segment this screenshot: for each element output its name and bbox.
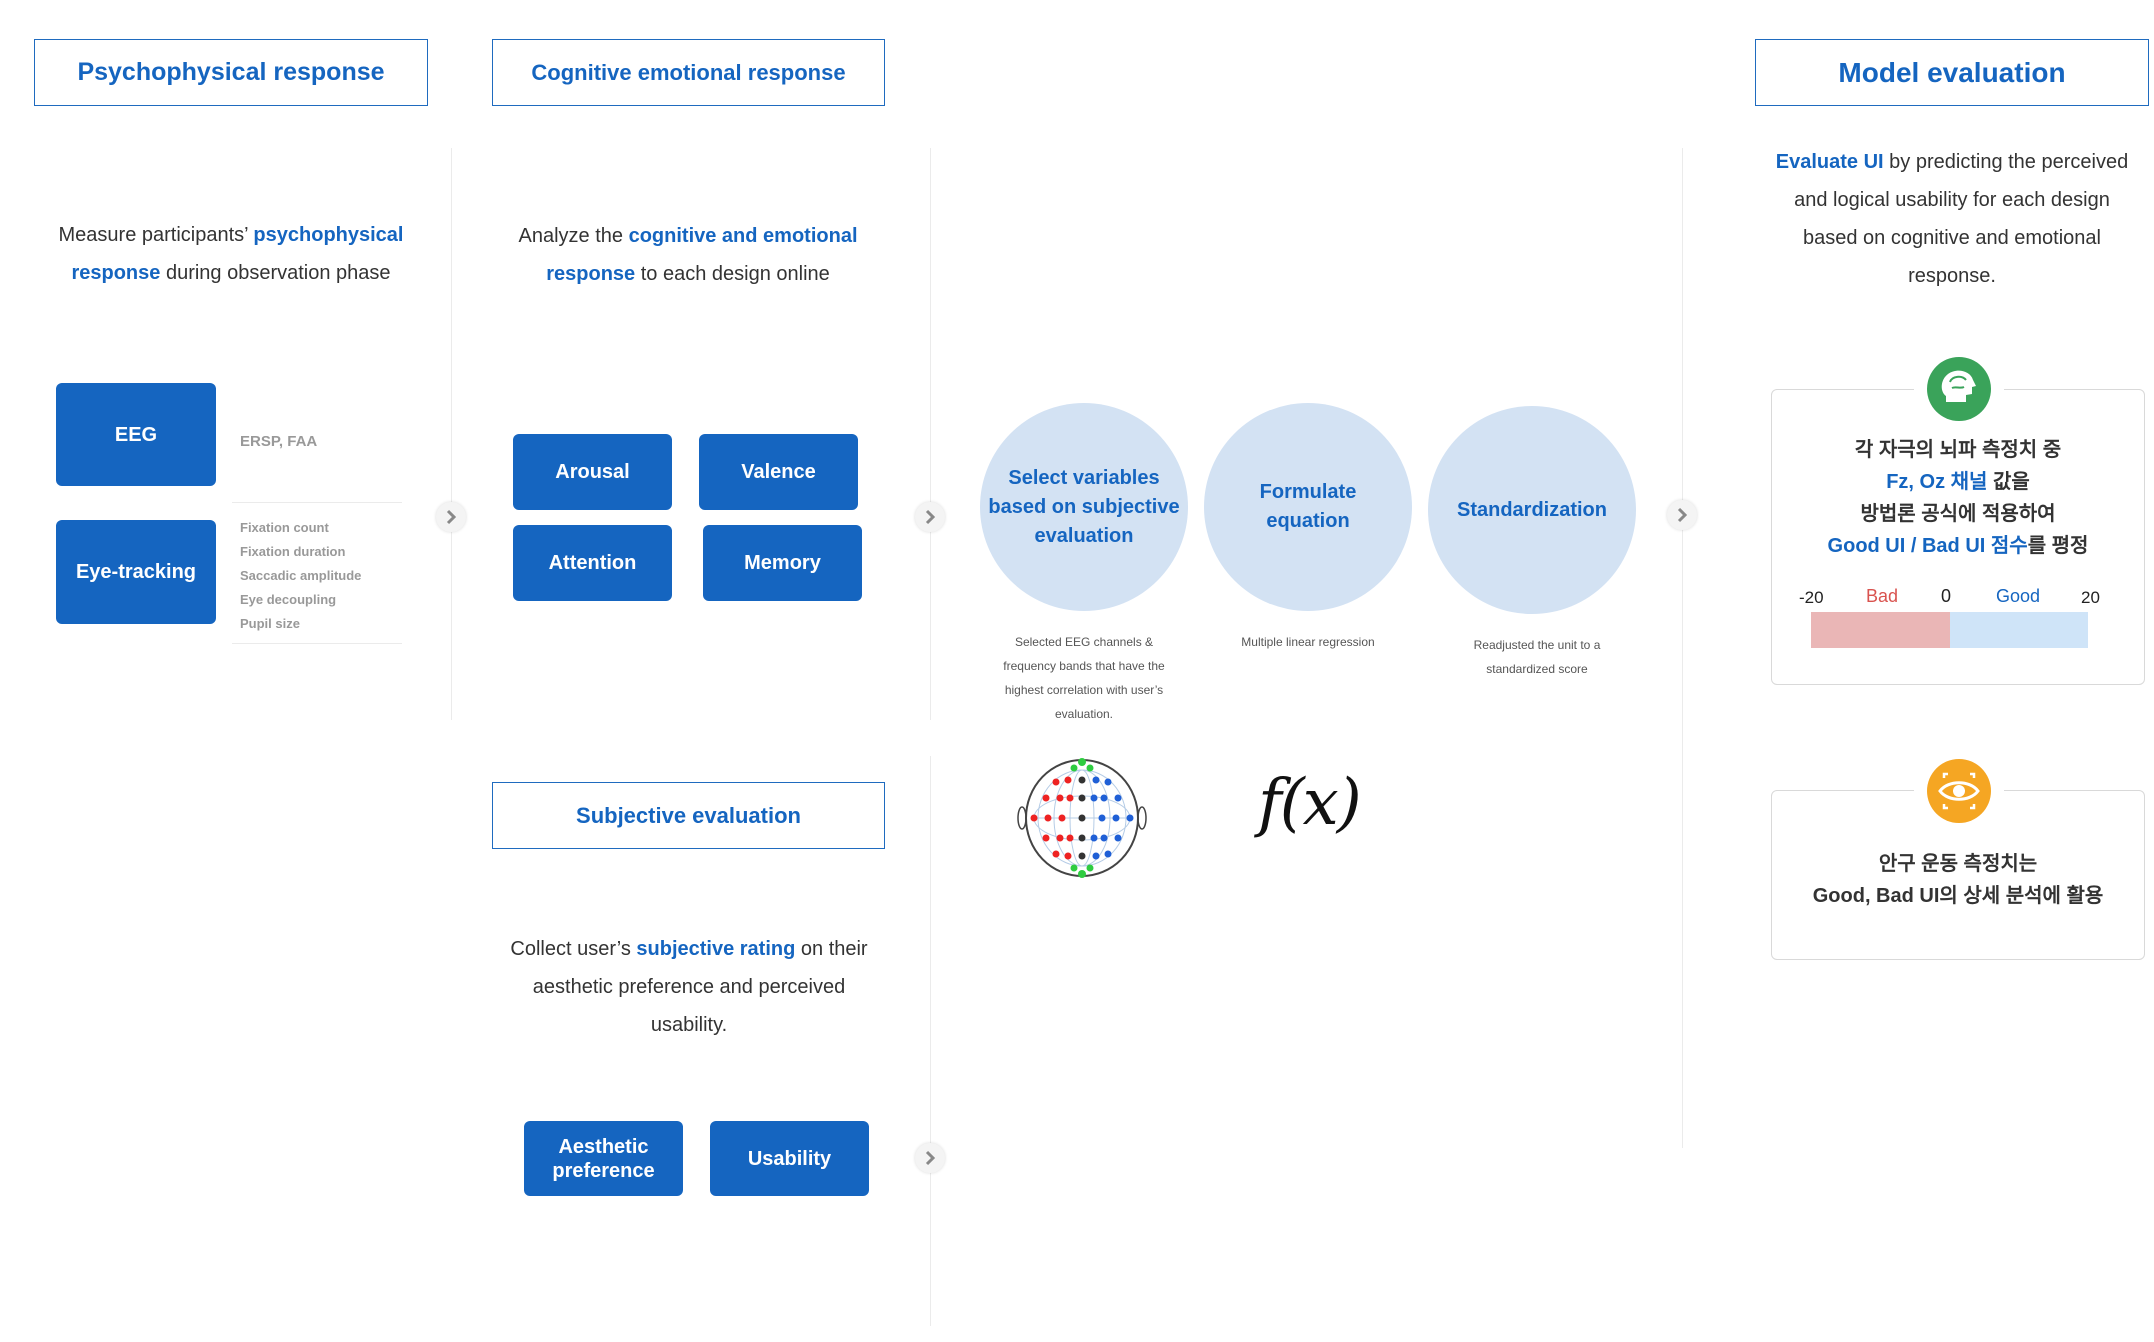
cognitive-desc-text-end: to each design online — [635, 263, 830, 285]
brain-card-line: Good UI / Bad UI 점수를 평정 — [1771, 530, 2145, 562]
chevron-right-icon — [1667, 500, 1697, 530]
scale-bad-bar — [1811, 612, 1950, 648]
brain-icon — [1914, 354, 2004, 424]
formulate-equation-step: Formulate equation — [1204, 403, 1412, 611]
subjective-description: Collect user’s subjective rating on thei… — [500, 930, 878, 1044]
memory-label: Memory — [744, 552, 821, 574]
brain-card-line: Fz, Oz 채널 값을 — [1771, 466, 2145, 498]
brain-card-line: 각 자극의 뇌파 측정치 중 — [1854, 439, 2062, 461]
column-divider — [930, 756, 931, 1326]
attention-button[interactable]: Attention — [513, 525, 672, 601]
eye-metric-item: Eye decoupling — [240, 592, 337, 607]
aesthetic-preference-label: Aesthetic preference — [552, 1135, 655, 1182]
header-model-evaluation: Model evaluation — [1755, 39, 2149, 106]
valence-label: Valence — [741, 461, 816, 483]
eye-metric-item: Fixation count — [240, 520, 329, 535]
eye-card-line: Good, Bad UI의 상세 분석에 활용 — [1812, 885, 2104, 907]
eye-metric-item: Saccadic amplitude — [240, 568, 362, 583]
header-psychophysical-label: Psychophysical response — [77, 58, 385, 86]
formulate-equation-caption: Multiple linear regression — [1241, 635, 1375, 649]
chevron-right-icon — [915, 502, 945, 532]
eeg-metrics: ERSP, FAA — [240, 433, 318, 450]
attention-label: Attention — [548, 552, 637, 574]
header-subjective-label: Subjective evaluation — [576, 802, 801, 828]
eye-tracking-metrics: Fixation count Fixation duration Saccadi… — [240, 516, 361, 636]
standardization-step: Standardization — [1428, 406, 1636, 614]
arousal-label: Arousal — [555, 461, 630, 483]
eye-card-text: 안구 운동 측정치는 Good, Bad UI의 상세 분석에 활용 — [1771, 848, 2145, 912]
cognitive-description: Analyze the cognitive and emotional resp… — [508, 217, 868, 293]
usability-label: Usability — [747, 1147, 832, 1170]
eye-metric-item: Pupil size — [240, 616, 300, 631]
brain-card-text: 각 자극의 뇌파 측정치 중 Fz, Oz 채널 값을 방법론 공식에 적용하여… — [1771, 434, 2145, 562]
psychophysical-description: Measure participants’ psychophysical res… — [44, 216, 418, 292]
standardization-label: Standardization — [1456, 498, 1607, 521]
brain-card-highlight: Good UI / Bad UI 점수 — [1827, 535, 2028, 557]
eeg-button[interactable]: EEG — [56, 383, 216, 486]
scale-min-label: -20 — [1799, 588, 1824, 607]
select-variables-caption: Selected EEG channels & frequency bands … — [1003, 635, 1165, 721]
brain-card-text-end: 값을 — [1987, 471, 2030, 493]
subjective-desc-highlight: subjective rating — [636, 938, 796, 960]
scale-bad-label: Bad — [1866, 586, 1899, 606]
eeg-label: EEG — [114, 423, 158, 446]
eye-metric-item: Fixation duration — [240, 544, 346, 559]
memory-button[interactable]: Memory — [703, 525, 862, 601]
header-cognitive-emotional-response: Cognitive emotional response — [492, 39, 885, 106]
aesthetic-preference-button[interactable]: Aesthetic preference — [524, 1121, 683, 1196]
cognitive-desc-text: Analyze the — [518, 225, 629, 247]
valence-button[interactable]: Valence — [699, 434, 858, 510]
brain-card-line: 방법론 공식에 적용하여 — [1860, 503, 2056, 525]
eye-card-line: 안구 운동 측정치는 — [1878, 853, 2038, 875]
eye-tracking-button[interactable]: Eye-tracking — [56, 520, 216, 624]
column-divider — [930, 148, 931, 720]
model-description: Evaluate UI by predicting the perceived … — [1772, 143, 2132, 295]
scale-max-label: 20 — [2081, 588, 2100, 607]
select-variables-label: Select variables based on subjective eva… — [988, 466, 1180, 547]
usability-button[interactable]: Usability — [710, 1121, 869, 1196]
select-variables-step: Select variables based on subjective eva… — [980, 403, 1188, 611]
model-desc-highlight: Evaluate UI — [1775, 151, 1884, 173]
scale-good-bar — [1950, 612, 2088, 648]
brain-card-text-end: 를 평정 — [2027, 535, 2089, 557]
scale-zero-label: 0 — [1941, 586, 1952, 606]
header-subjective-evaluation: Subjective evaluation — [492, 782, 885, 849]
psych-desc-text: Measure participants’ — [58, 224, 254, 246]
eye-icon — [1914, 756, 2004, 826]
eye-tracking-label: Eye-tracking — [75, 561, 197, 583]
formulate-equation-label: Formulate equation — [1259, 481, 1357, 532]
arousal-button[interactable]: Arousal — [513, 434, 672, 510]
brain-card-highlight: Fz, Oz 채널 — [1886, 471, 1988, 493]
column-divider — [451, 148, 452, 720]
standardization-caption: Readjusted the unit to a standardized sc… — [1473, 638, 1601, 676]
scale-good-label: Good — [1996, 586, 2041, 606]
chevron-right-icon — [915, 1143, 945, 1173]
psych-desc-text-end: during observation phase — [160, 262, 391, 284]
column-divider — [1682, 148, 1683, 1148]
header-psychophysical-response: Psychophysical response — [34, 39, 428, 106]
header-cognitive-label: Cognitive emotional response — [531, 59, 846, 85]
formula-icon: f(x) — [1258, 766, 1362, 840]
subjective-desc-text: Collect user’s — [510, 938, 637, 960]
divider — [232, 643, 402, 644]
divider — [232, 502, 402, 503]
header-model-label: Model evaluation — [1838, 56, 2066, 88]
eeg-head-diagram-icon — [1017, 758, 1147, 878]
chevron-right-icon — [436, 502, 466, 532]
